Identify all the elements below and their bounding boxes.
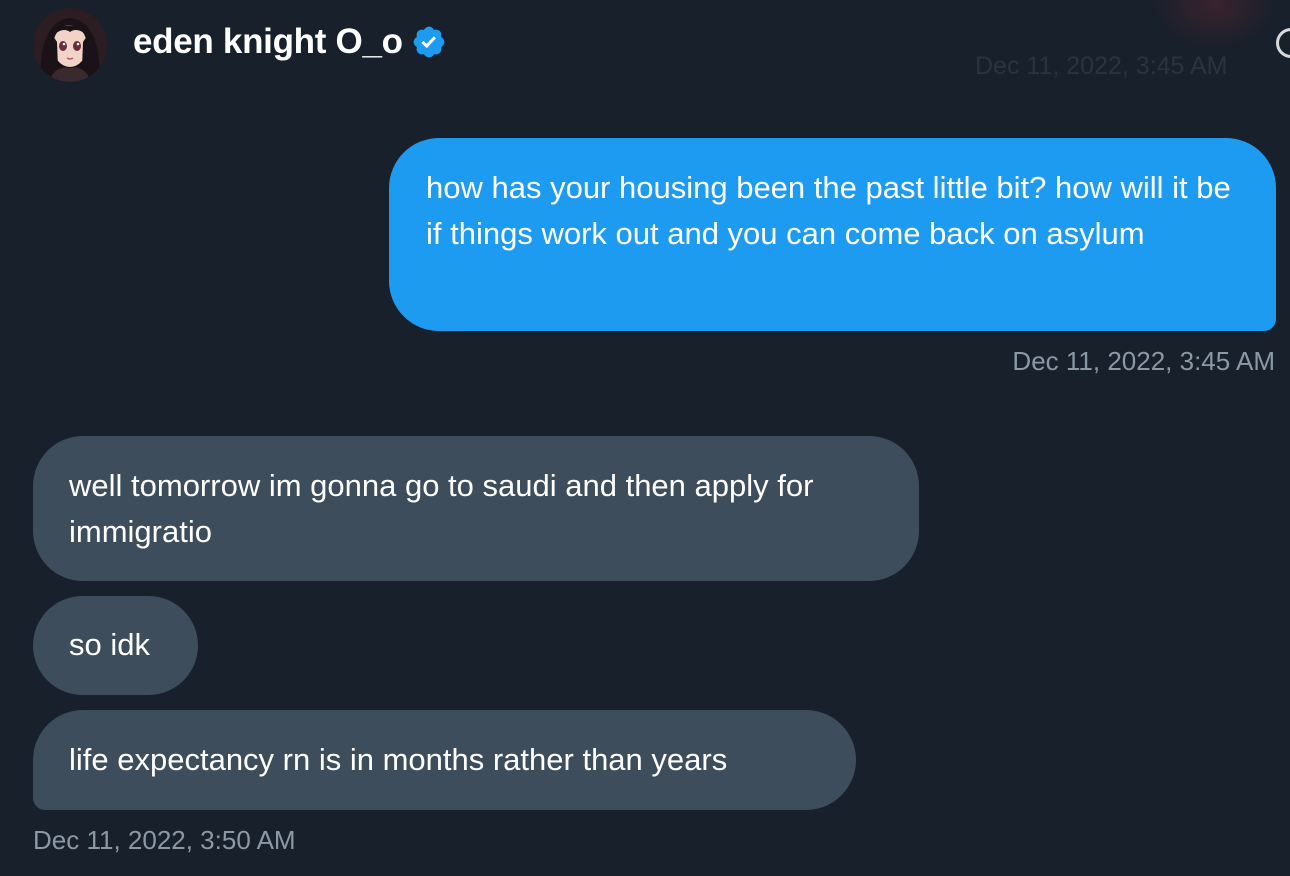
- message-text: well tomorrow im gonna go to saudi and t…: [69, 468, 814, 549]
- info-icon[interactable]: [1276, 28, 1290, 58]
- message-bubble-received[interactable]: life expectancy rn is in months rather t…: [33, 710, 856, 810]
- avatar[interactable]: [33, 8, 107, 82]
- contact-name-row[interactable]: eden knight O_o: [133, 22, 447, 62]
- message-timestamp: Dec 11, 2022, 3:50 AM: [33, 825, 296, 855]
- avatar-anime-portrait-icon: [33, 8, 107, 82]
- message-text: so idk: [69, 627, 150, 662]
- verified-badge-icon: [413, 26, 445, 58]
- message-bubble-received[interactable]: so idk: [33, 596, 198, 695]
- faded-timestamp: Dec 11, 2022, 3:45 AM: [975, 52, 1228, 80]
- message-bubble-sent[interactable]: how has your housing been the past littl…: [389, 138, 1276, 331]
- message-text: life expectancy rn is in months rather t…: [69, 742, 728, 777]
- background-glow: [1150, 0, 1280, 50]
- message-text: how has your housing been the past littl…: [426, 170, 1231, 251]
- message-timestamp: Dec 11, 2022, 3:45 AM: [1012, 346, 1275, 376]
- conversation-header: Dec 11, 2022, 3:45 AM eden knight O_o: [0, 0, 1290, 100]
- contact-name: eden knight O_o: [133, 22, 403, 61]
- message-bubble-received[interactable]: well tomorrow im gonna go to saudi and t…: [33, 436, 919, 581]
